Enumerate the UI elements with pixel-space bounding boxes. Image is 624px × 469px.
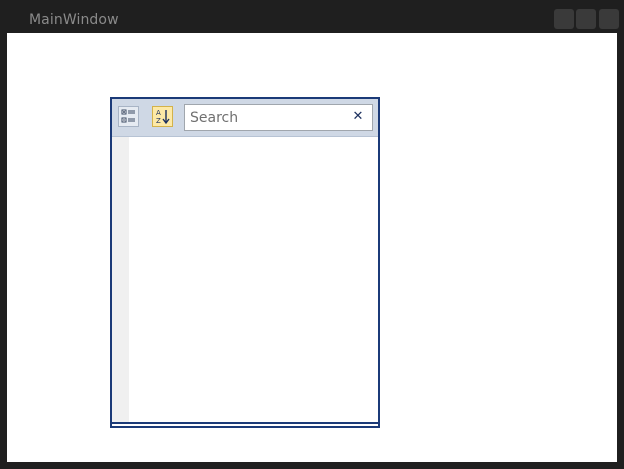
client-area: A Z ✕: [7, 33, 617, 462]
search-box: ✕: [184, 104, 373, 131]
svg-text:Z: Z: [156, 117, 161, 125]
search-input[interactable]: [185, 105, 345, 130]
window-title: MainWindow: [29, 12, 119, 28]
categorized-icon: [121, 109, 135, 123]
property-list[interactable]: [112, 137, 378, 422]
clear-search-icon[interactable]: ✕: [351, 110, 365, 124]
maximize-button[interactable]: [576, 9, 596, 29]
minimize-button[interactable]: [554, 9, 574, 29]
property-list-gutter: [112, 137, 129, 422]
categorized-button[interactable]: [118, 106, 139, 127]
property-grid: A Z ✕: [110, 97, 380, 428]
main-window: MainWindow A Z Search ✕: [0, 0, 624, 469]
property-grid-toolbar: A Z ✕: [112, 99, 378, 137]
title-bar[interactable]: MainWindow: [0, 0, 624, 33]
sort-alphabetical-icon: A Z: [156, 109, 170, 125]
svg-text:A: A: [156, 109, 161, 117]
close-button[interactable]: [599, 9, 619, 29]
property-grid-footer: [112, 422, 378, 426]
alphabetical-sort-button[interactable]: A Z: [152, 106, 173, 127]
